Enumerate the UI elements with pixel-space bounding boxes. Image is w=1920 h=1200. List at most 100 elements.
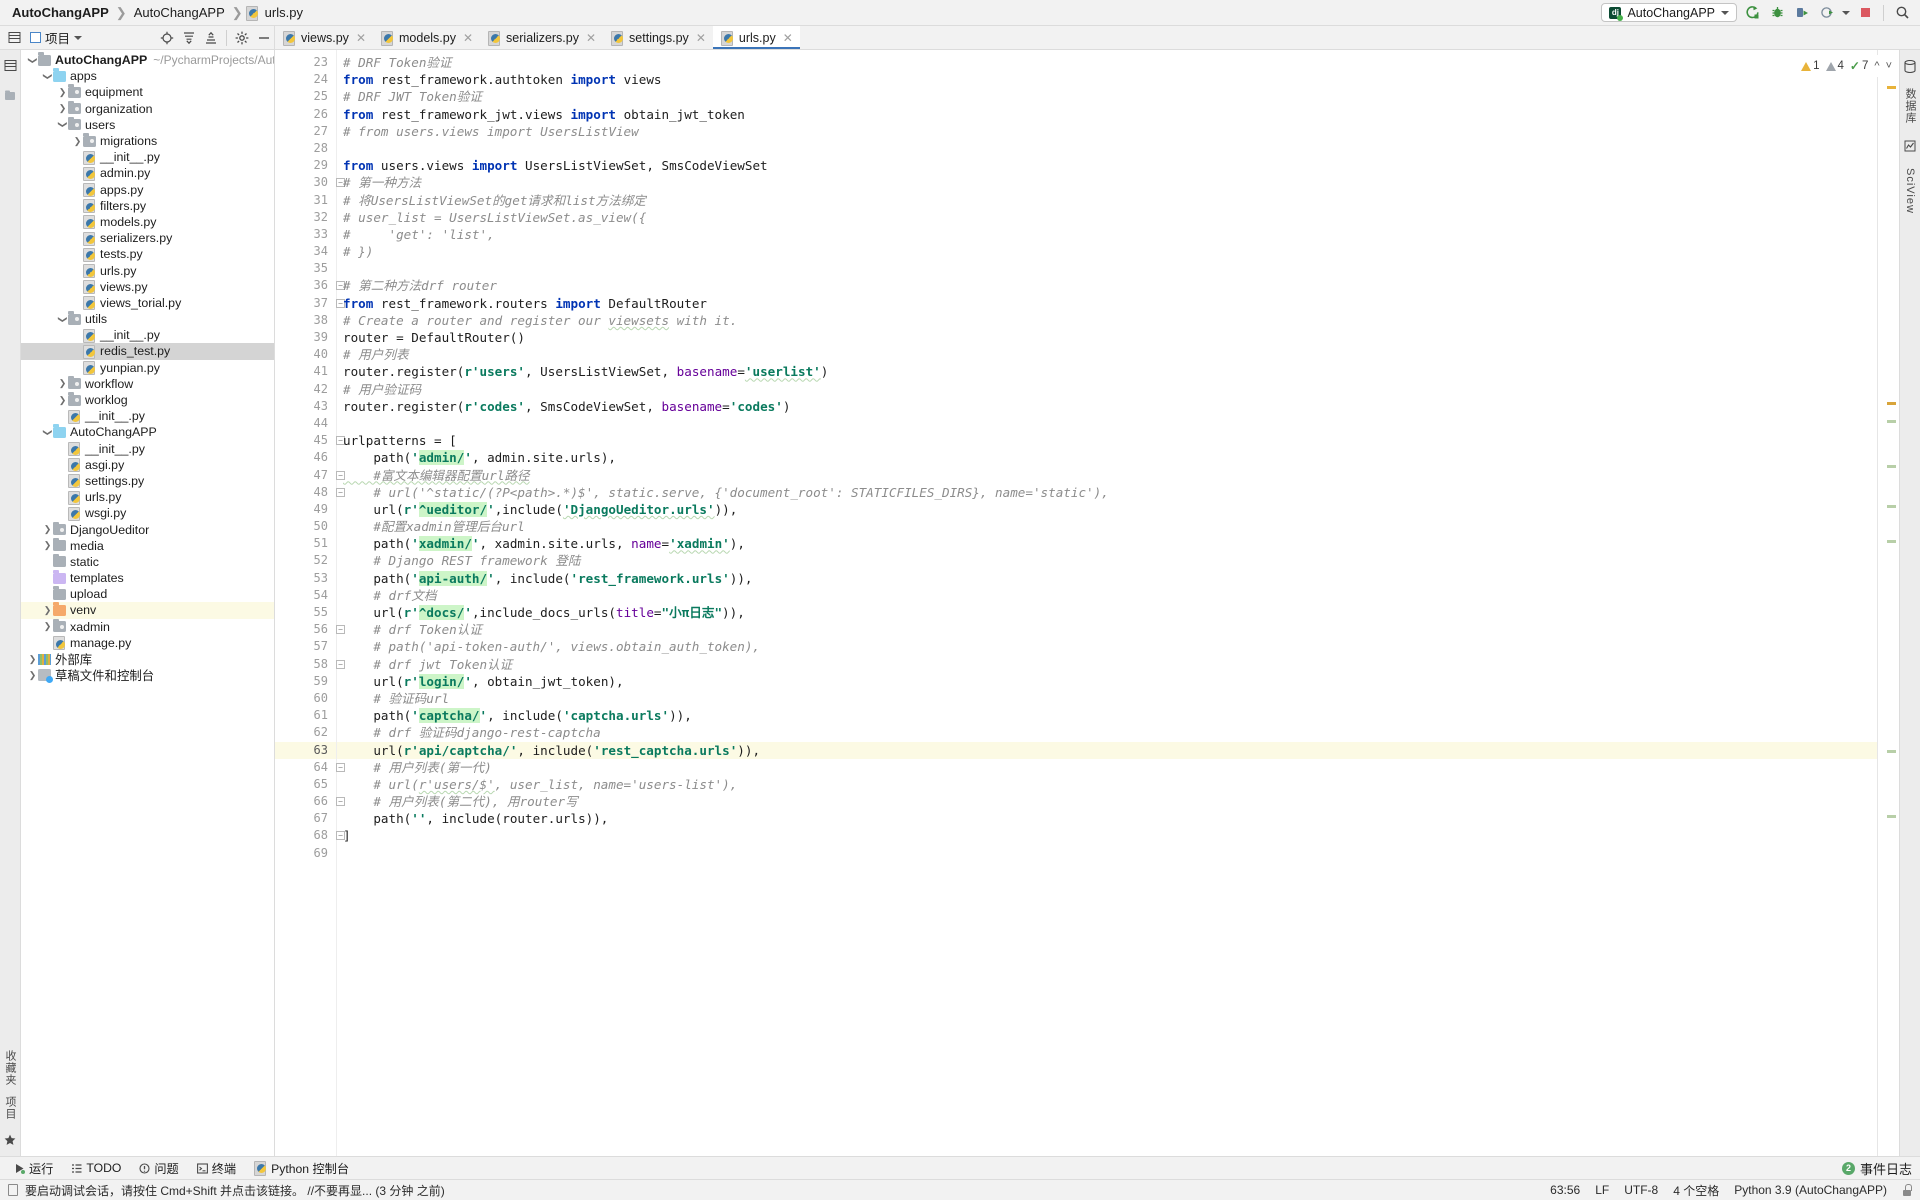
sciview-tool-icon[interactable] [1900,136,1920,156]
close-icon[interactable]: ✕ [463,31,473,45]
line-number[interactable]: 25 [275,88,336,105]
line-number[interactable]: 29 [275,157,336,174]
chevron-down-icon[interactable]: ˅ [1886,60,1892,72]
line-number[interactable]: 31 [275,192,336,209]
run-with-coverage-button[interactable] [1792,3,1812,23]
code-line[interactable]: router.register(r'codes', SmsCodeViewSet… [337,398,1877,415]
close-icon[interactable]: ✕ [696,31,706,45]
line-number[interactable]: 66− [275,793,345,810]
python-interpreter[interactable]: Python 3.9 (AutoChangAPP) [1734,1183,1887,1197]
line-number[interactable]: 55 [275,604,336,621]
tree-node-admin-py[interactable]: ❯admin.py [21,165,274,181]
line-number[interactable]: 63 [275,741,336,759]
breadcrumb-module[interactable]: AutoChangAPP [130,5,229,20]
tree-node-filters-py[interactable]: ❯filters.py [21,198,274,214]
gear-icon[interactable] [232,28,252,48]
marker-typo[interactable] [1887,465,1896,468]
lock-icon[interactable] [1902,1184,1912,1196]
code-line[interactable]: url(r'^docs/',include_docs_urls(title="小… [337,604,1877,621]
line-number[interactable]: 60 [275,690,336,707]
tree-node-yunpian-py[interactable]: ❯yunpian.py [21,360,274,376]
tool-window-run[interactable]: 运行 [6,1157,61,1179]
right-strip-label-sciview[interactable]: SciView [1904,168,1916,214]
collapse-all-icon[interactable] [201,28,221,48]
tree-node-worklog[interactable]: ❯ worklog [21,392,274,408]
tree-node-venv[interactable]: ❯ venv [21,602,274,619]
line-number[interactable]: 46 [275,449,336,466]
code-line[interactable]: # from users.views import UsersListView [337,123,1877,140]
tree-node-xadmin[interactable]: ❯ xadmin [21,618,274,635]
status-message-area[interactable]: 要启动调试会话，请按住 Cmd+Shift 并点击该链接。 //不要再显... … [8,1182,445,1199]
code-line[interactable]: # 验证码url [337,690,1877,707]
file-encoding[interactable]: UTF-8 [1624,1183,1658,1197]
code-line[interactable]: from users.views import UsersListViewSet… [337,157,1877,174]
chevron-right-icon[interactable]: ❯ [57,395,68,406]
line-number[interactable]: 23 [275,54,336,71]
right-strip-label-database[interactable]: 数据库 [1902,88,1918,124]
tree-node-urls-py[interactable]: ❯urls.py [21,262,274,279]
code-line[interactable]: # drf 验证码django-rest-captcha [337,724,1877,741]
tool-window-problems[interactable]: 问题 [131,1157,186,1179]
chevron-down-icon[interactable]: ❯ [27,55,38,66]
tree-node-wsgi-py[interactable]: ❯wsgi.py [21,505,274,521]
close-icon[interactable]: ✕ [586,31,596,45]
project-tool-icon[interactable] [0,55,20,75]
marker-typo[interactable] [1887,505,1896,508]
structure-tool-icon[interactable] [0,85,20,105]
code-line[interactable]: router = DefaultRouter() [337,329,1877,346]
line-number[interactable]: 41 [275,363,336,380]
debug-button[interactable] [1767,3,1787,23]
line-number[interactable]: 62 [275,724,336,741]
code-editor[interactable]: 23 24 25 26 27 28 29 30−31 32 33 34 35 36−37−38 39 40 4… [275,50,1877,1156]
chevron-right-icon[interactable]: ❯ [42,540,53,551]
code-line[interactable]: # DRF JWT Token验证 [337,88,1877,105]
chevron-down-icon[interactable] [1842,10,1850,15]
code-content[interactable]: # DRF Token验证 from rest_framework.authtok… [337,50,1877,1156]
code-line[interactable]: path('admin/', admin.site.urls), [337,449,1877,466]
chevron-right-icon[interactable]: ❯ [42,621,53,632]
line-number[interactable]: 49 [275,501,336,518]
line-number[interactable]: 51 [275,535,336,552]
tree-node--init-py[interactable]: ❯__init__.py [21,327,274,343]
line-number[interactable]: 59 [275,673,336,690]
marker-typo[interactable] [1887,540,1896,543]
line-number-gutter[interactable]: 23 24 25 26 27 28 29 30−31 32 33 34 35 36−37−38 39 40 4… [275,50,345,1156]
chevron-right-icon[interactable]: ❯ [57,103,68,114]
expand-all-icon[interactable] [179,28,199,48]
line-number[interactable]: 37− [275,295,345,312]
inspection-widget[interactable]: 1 4 ✓ 7 ^ ˅ [1797,55,1896,77]
code-line[interactable] [337,415,1877,432]
tree-node-asgi-py[interactable]: ❯asgi.py [21,457,274,473]
tree-node-models-py[interactable]: ❯models.py [21,214,274,230]
line-number[interactable]: 58− [275,656,345,673]
line-number[interactable]: 24 [275,71,336,88]
tree-node-serializers-py[interactable]: ❯serializers.py [21,230,274,246]
code-line[interactable]: # 用户列表 [337,346,1877,363]
tree-node-workflow[interactable]: ❯ workflow [21,375,274,392]
event-log-section[interactable]: 2 事件日志 [1841,1159,1920,1178]
profile-button[interactable] [1817,3,1837,23]
caret-position[interactable]: 63:56 [1550,1183,1580,1197]
locate-icon[interactable] [157,28,177,48]
line-number[interactable]: 35 [275,260,336,277]
line-number[interactable]: 36− [275,277,345,294]
line-number[interactable]: 69 [275,845,336,862]
tree-node-users[interactable]: ❯ users [21,116,274,133]
code-line[interactable]: from rest_framework.routers import Defau… [337,295,1877,312]
project-dropdown[interactable]: 项目 [26,28,83,47]
close-icon[interactable]: ✕ [356,31,366,45]
code-line[interactable]: # 将UsersListViewSet的get请求和list方法绑定 [337,192,1877,209]
code-line[interactable]: url(r'^ueditor/',include('DjangoUeditor.… [337,501,1877,518]
line-number[interactable]: 65 [275,776,336,793]
chevron-right-icon[interactable]: ❯ [27,670,38,681]
code-line[interactable]: # drf jwt Token认证 [337,656,1877,673]
code-line[interactable]: path('', include(router.urls)), [337,810,1877,827]
code-line[interactable]: ] [337,827,1877,844]
line-number[interactable]: 26 [275,106,336,123]
chevron-right-icon[interactable]: ❯ [42,605,53,616]
line-number[interactable]: 40 [275,346,336,363]
code-line[interactable]: # 'get': 'list', [337,226,1877,243]
line-number[interactable]: 64− [275,759,345,776]
database-tool-icon[interactable] [1900,56,1920,76]
code-line[interactable]: url(r'login/', obtain_jwt_token), [337,673,1877,690]
